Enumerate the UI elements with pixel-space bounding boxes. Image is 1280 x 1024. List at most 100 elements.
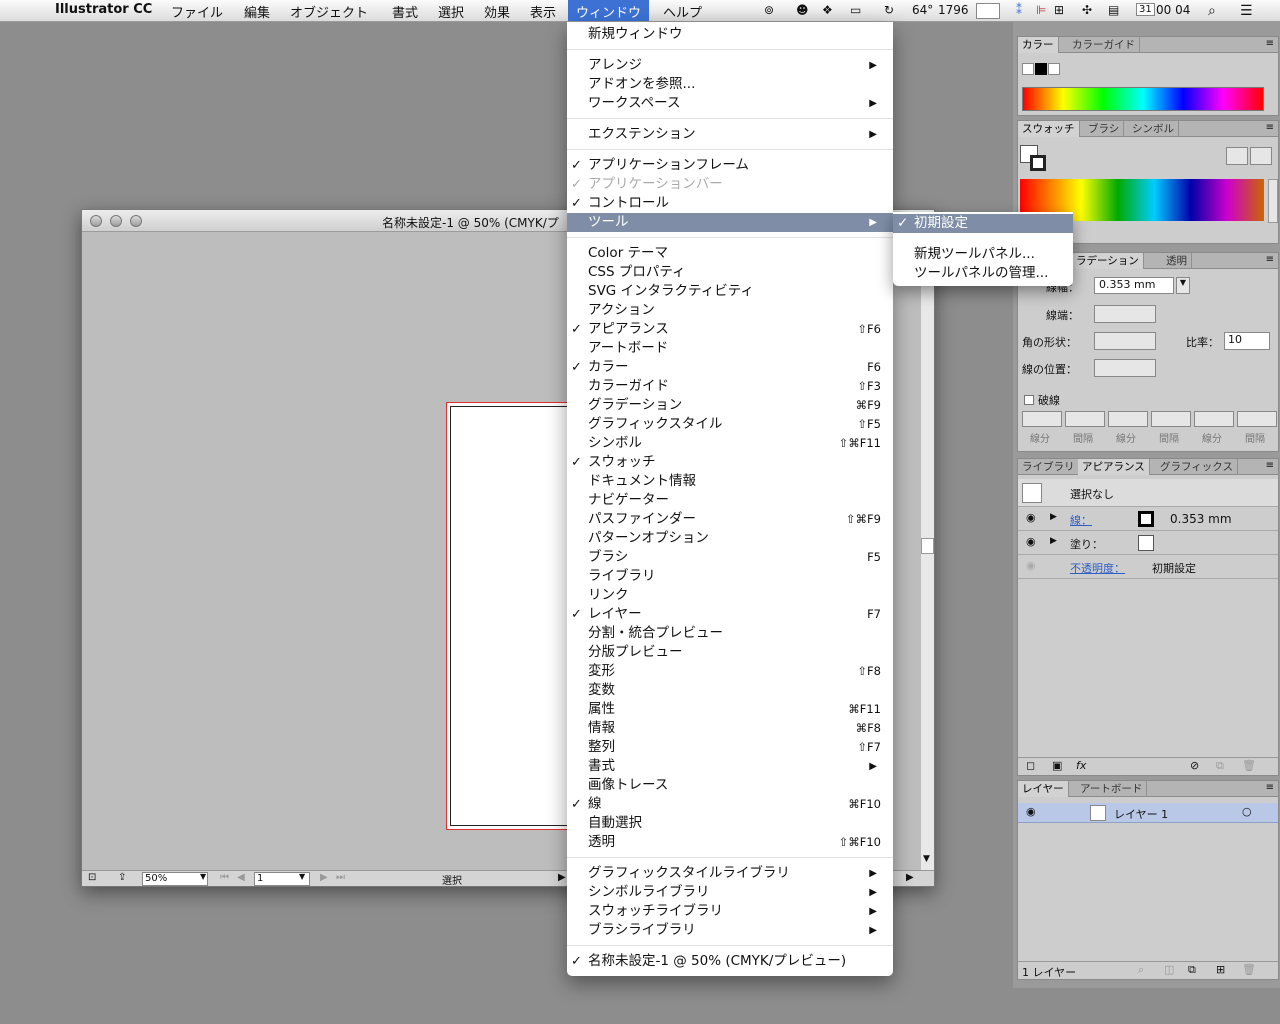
menu-effect[interactable]: 効果: [484, 2, 510, 21]
airplay-icon[interactable]: ▭: [850, 3, 861, 17]
calendar-icon[interactable]: 31: [1136, 3, 1155, 16]
menu-item[interactable]: シンボル ⇧⌘F11: [567, 434, 893, 453]
menu-item[interactable]: スウォッチライブラリ ▶: [567, 902, 893, 921]
menu-item[interactable]: ✓ アピアランス ⇧F6: [567, 320, 893, 339]
app-menu[interactable]: Illustrator CC: [55, 2, 152, 17]
none-swatch[interactable]: [1022, 63, 1034, 75]
menu-item[interactable]: ✓ 名称未設定-1 @ 50% (CMYK/プレビュー): [567, 952, 893, 971]
add-fill-icon[interactable]: ▣: [1052, 759, 1062, 772]
menu-type[interactable]: 書式: [392, 2, 418, 21]
menu-item[interactable]: グラフィックスタイル ⇧F5: [567, 415, 893, 434]
black-swatch[interactable]: [1035, 63, 1047, 75]
panel-menu-icon[interactable]: ≡: [1266, 460, 1274, 471]
menu-item[interactable]: ✓ 線 ⌘F10: [567, 795, 893, 814]
menu-item[interactable]: 自動選択: [567, 814, 893, 833]
gap-field[interactable]: [1151, 411, 1191, 427]
menu-select[interactable]: 選択: [438, 2, 464, 21]
tab-appearance[interactable]: アピアランス: [1078, 459, 1150, 475]
menu-item[interactable]: アートボード: [567, 339, 893, 358]
dash-field[interactable]: [1108, 411, 1148, 427]
zoom-window-button[interactable]: [130, 215, 142, 227]
menu-item[interactable]: ワークスペース ▶: [567, 94, 893, 113]
display-icon[interactable]: ⊞: [1054, 3, 1064, 17]
duplicate-item-icon[interactable]: ⧉: [1216, 759, 1224, 773]
close-window-button[interactable]: [90, 215, 102, 227]
cap-buttons[interactable]: [1094, 305, 1156, 323]
tab-color-guide[interactable]: カラーガイド: [1068, 37, 1140, 53]
appearance-stroke-row[interactable]: ◉ ▶ 線： 0.353 mm: [1018, 507, 1278, 531]
white-swatch[interactable]: [1048, 63, 1060, 75]
appearance-opacity-row[interactable]: ◉ 不透明度： 初期設定: [1018, 555, 1278, 579]
submenu-item-manage-tool-panels[interactable]: ツールパネルの管理...: [893, 264, 1073, 283]
menu-item[interactable]: カラーガイド ⇧F3: [567, 377, 893, 396]
dashed-checkbox[interactable]: [1024, 395, 1034, 405]
layer-target-icon[interactable]: ○: [1242, 805, 1252, 818]
menu-edit[interactable]: 編集: [244, 2, 270, 21]
menu-item[interactable]: 書式 ▶: [567, 757, 893, 776]
menu-item[interactable]: ✓ アプリケーションフレーム: [567, 156, 893, 175]
new-sublayer-icon[interactable]: ⧉: [1188, 963, 1196, 977]
tab-libraries[interactable]: ライブラリ: [1018, 459, 1080, 475]
stroke-weight-field[interactable]: 0.353 mm: [1094, 277, 1174, 294]
battery-icon[interactable]: [976, 3, 1000, 19]
dash-field[interactable]: [1194, 411, 1234, 427]
color-spectrum[interactable]: [1022, 87, 1264, 111]
artboard[interactable]: [446, 402, 576, 830]
grid-view-icon[interactable]: [1250, 147, 1272, 165]
hscroll-right-icon[interactable]: ▶: [906, 872, 914, 883]
visibility-eye-icon[interactable]: ◉: [1026, 511, 1036, 524]
visibility-eye-icon[interactable]: ◉: [1026, 805, 1036, 818]
delete-layer-icon[interactable]: 🗑: [1242, 963, 1256, 976]
tab-transparency[interactable]: 透明: [1162, 253, 1192, 269]
gap-field[interactable]: [1237, 411, 1277, 427]
notification-center-icon[interactable]: ☰: [1240, 3, 1253, 19]
new-layer-icon[interactable]: ⊞: [1216, 963, 1225, 976]
menu-item[interactable]: ツール ▶: [567, 213, 893, 232]
corner-buttons[interactable]: [1094, 332, 1156, 350]
menu-item[interactable]: パターンオプション: [567, 529, 893, 548]
gap-field[interactable]: [1065, 411, 1105, 427]
appearance-opacity-link[interactable]: 不透明度：: [1070, 560, 1125, 576]
bluetooth-icon[interactable]: ⁑: [1016, 3, 1022, 17]
menu-item[interactable]: グラフィックスタイルライブラリ ▶: [567, 864, 893, 883]
menu-item[interactable]: リンク: [567, 586, 893, 605]
ratio-field[interactable]: 10: [1224, 332, 1270, 350]
menu-item[interactable]: ブラシライブラリ ▶: [567, 921, 893, 940]
spotlight-search-icon[interactable]: ⌕: [1208, 3, 1216, 19]
menu-item[interactable]: ライブラリ: [567, 567, 893, 586]
panel-menu-icon[interactable]: ≡: [1266, 254, 1274, 265]
status-menu-icon[interactable]: ▶: [558, 872, 566, 883]
menu-item[interactable]: 画像トレース: [567, 776, 893, 795]
menu-item[interactable]: 変数: [567, 681, 893, 700]
scroll-down-icon[interactable]: ▼: [923, 854, 930, 864]
appearance-fill-row[interactable]: ◉ ▶ 塗り：: [1018, 531, 1278, 555]
scroll-thumb[interactable]: [921, 538, 934, 554]
tab-layers[interactable]: レイヤー: [1018, 781, 1069, 797]
clock-text[interactable]: 00 04: [1156, 3, 1190, 17]
clipping-mask-icon[interactable]: ◫: [1164, 963, 1174, 976]
menu-item[interactable]: 情報 ⌘F8: [567, 719, 893, 738]
menu-item[interactable]: アレンジ ▶: [567, 56, 893, 75]
menu-object[interactable]: オブジェクト: [290, 2, 368, 21]
menu-item[interactable]: 透明 ⇧⌘F10: [567, 833, 893, 852]
zoom-dropdown-icon[interactable]: ▼: [200, 872, 206, 881]
tab-artboards[interactable]: アートボード: [1076, 781, 1148, 797]
weight-dropdown-icon[interactable]: ▼: [1176, 277, 1190, 294]
network-icon[interactable]: ✣: [1082, 3, 1092, 17]
menu-file[interactable]: ファイル: [171, 2, 223, 21]
fx-icon[interactable]: fx: [1076, 759, 1086, 772]
artboard-nav-icon[interactable]: ⊡: [88, 872, 96, 883]
appearance-stroke-link[interactable]: 線：: [1070, 512, 1092, 528]
menu-item[interactable]: 整列 ⇧F7: [567, 738, 893, 757]
locate-object-icon[interactable]: ⌕: [1138, 963, 1144, 977]
next-page-icon[interactable]: ▶: [320, 872, 328, 883]
minimize-window-button[interactable]: [110, 215, 122, 227]
last-page-icon[interactable]: ⏭: [336, 872, 345, 883]
menu-item[interactable]: ✓ コントロール: [567, 194, 893, 213]
layer-row[interactable]: ◉ レイヤー 1 ○: [1018, 803, 1278, 823]
tab-symbols[interactable]: シンボル: [1128, 121, 1179, 137]
previous-page-icon[interactable]: ◀: [237, 872, 245, 883]
zoom-field[interactable]: 50%: [142, 872, 208, 886]
menu-item[interactable]: Color テーマ: [567, 244, 893, 263]
tab-swatches[interactable]: スウォッチ: [1018, 121, 1080, 137]
